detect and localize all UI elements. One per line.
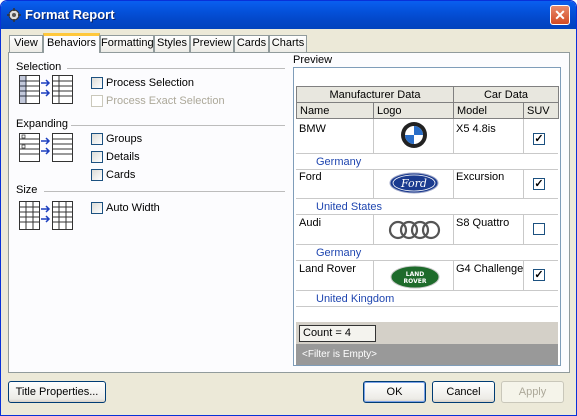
column-header-name: Name	[296, 102, 374, 119]
close-button[interactable]: ✕	[550, 5, 570, 25]
groups-label: Groups	[106, 133, 143, 145]
col-divider	[373, 260, 374, 290]
cancel-button[interactable]: Cancel	[432, 381, 495, 403]
expanding-label: Expanding	[16, 118, 68, 130]
filter-bar[interactable]: <Filter is Empty>	[296, 344, 558, 365]
col-divider	[523, 119, 524, 153]
title-bar: Format Report ✕	[1, 1, 576, 29]
suv-checkbox[interactable]: ✓	[533, 133, 545, 145]
row-divider	[296, 153, 558, 154]
col-divider	[373, 214, 374, 244]
count-summary: Count = 4	[299, 325, 376, 342]
ford-logo-icon: Ford	[389, 172, 439, 194]
suv-checkbox[interactable]: ✓	[533, 269, 545, 281]
audi-logo-icon	[388, 220, 441, 240]
group-label: Germany	[316, 247, 362, 259]
col-divider	[523, 214, 524, 244]
details-label: Details	[106, 151, 140, 163]
group-label: United States	[316, 201, 383, 213]
group-label: United Kingdom	[316, 293, 395, 305]
suv-checkbox[interactable]	[533, 223, 545, 235]
tab-behaviors[interactable]: Behaviors	[43, 33, 100, 53]
col-divider	[453, 214, 454, 244]
row-divider	[296, 214, 558, 215]
column-header-suv: SUV	[523, 102, 559, 119]
behaviors-panel: Selection Process Selection Process Exac…	[8, 52, 570, 373]
process-exact-selection-label: Process Exact Selection	[106, 95, 225, 107]
land-rover-logo-icon: LAND ROVER	[390, 265, 440, 289]
row-model: Excursion	[456, 171, 505, 183]
tab-preview[interactable]: Preview	[190, 35, 234, 52]
column-header-logo: Logo	[373, 102, 454, 119]
row-name: Ford	[299, 171, 322, 183]
suv-checkbox[interactable]: ✓	[533, 178, 545, 190]
size-grid-icon	[19, 201, 73, 230]
row-name: BMW	[299, 123, 326, 135]
row-model: G4 Challenge	[456, 263, 524, 275]
tab-formatting[interactable]: Formatting	[100, 35, 154, 52]
format-report-window: Format Report ✕ View Behaviors Formattin…	[0, 0, 577, 416]
cards-label: Cards	[106, 169, 136, 181]
svg-text:LAND: LAND	[406, 271, 424, 278]
row-model: X5 4.8is	[456, 123, 496, 135]
preview-label: Preview	[293, 54, 333, 66]
col-divider	[453, 260, 454, 290]
selection-label: Selection	[16, 61, 62, 73]
col-divider	[453, 119, 454, 153]
details-checkbox[interactable]	[91, 151, 103, 163]
tab-styles[interactable]: Styles	[154, 35, 190, 52]
row-name: Audi	[299, 217, 322, 229]
process-exact-selection-checkbox[interactable]	[91, 95, 103, 107]
selection-grid-icon	[19, 75, 73, 104]
ok-button[interactable]: OK	[363, 381, 426, 403]
tab-cards[interactable]: Cards	[234, 35, 269, 52]
band-header-manufacturer: Manufacturer Data	[296, 86, 454, 103]
size-divider	[44, 191, 285, 192]
close-icon: ✕	[554, 7, 566, 23]
col-divider	[373, 119, 374, 153]
window-title: Format Report	[25, 7, 115, 22]
column-header-model: Model	[453, 102, 524, 119]
cards-checkbox[interactable]	[91, 169, 103, 181]
col-divider	[373, 169, 374, 198]
row-name: Land Rover	[299, 263, 356, 275]
col-divider	[523, 260, 524, 290]
auto-width-checkbox[interactable]	[91, 202, 103, 214]
row-model: S8 Quattro	[456, 217, 510, 229]
process-selection-checkbox[interactable]	[91, 77, 103, 89]
svg-text:Ford: Ford	[400, 177, 427, 190]
selection-divider	[67, 68, 285, 69]
col-divider	[453, 169, 454, 198]
bmw-logo-icon	[401, 122, 427, 148]
app-gear-icon	[7, 8, 21, 22]
svg-text:ROVER: ROVER	[404, 278, 427, 285]
row-divider	[296, 290, 558, 291]
title-properties-button[interactable]: Title Properties...	[8, 381, 106, 403]
row-divider	[296, 244, 558, 245]
apply-button[interactable]: Apply	[501, 381, 564, 403]
row-divider	[296, 260, 558, 261]
preview-grid: Manufacturer Data Car Data Name Logo Mod…	[293, 67, 561, 366]
groups-checkbox[interactable]	[91, 133, 103, 145]
tab-view[interactable]: View	[9, 35, 43, 52]
auto-width-label: Auto Width	[106, 202, 160, 214]
row-divider	[296, 306, 558, 307]
row-divider	[296, 169, 558, 170]
tab-charts[interactable]: Charts	[269, 35, 307, 52]
expanding-grid-icon	[19, 133, 73, 162]
expanding-divider	[71, 125, 285, 126]
row-divider	[296, 198, 558, 199]
process-selection-label: Process Selection	[106, 77, 195, 89]
group-label: Germany	[316, 156, 362, 168]
col-divider	[523, 169, 524, 198]
size-label: Size	[16, 184, 38, 196]
band-header-car: Car Data	[453, 86, 559, 103]
